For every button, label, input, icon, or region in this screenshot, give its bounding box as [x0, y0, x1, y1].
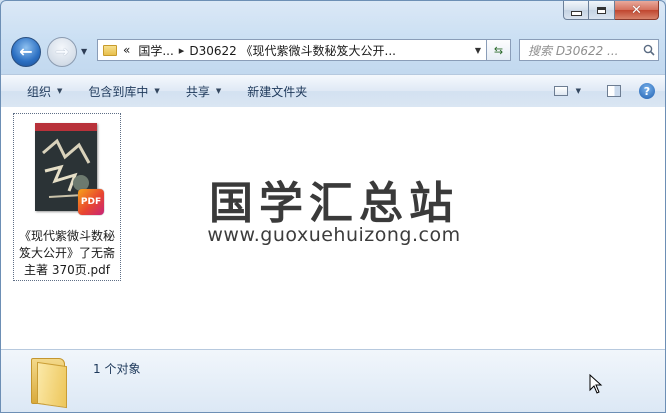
- watermark-url: www.guoxuehuizong.com: [207, 224, 461, 246]
- minimize-icon: [570, 10, 582, 16]
- new-folder-button[interactable]: 新建文件夹: [234, 75, 320, 107]
- search-input[interactable]: 搜索 D30622 ...: [528, 42, 640, 59]
- maximize-icon: [597, 6, 606, 14]
- navigation-bar: ← → ▼ « 国学... ▸ D30622 《现代紫微斗数秘笈大公开... ▼…: [1, 31, 665, 71]
- folder-icon: [103, 44, 117, 56]
- chevron-down-icon: ▼: [575, 87, 581, 95]
- chevron-down-icon: ▼: [215, 87, 222, 95]
- include-in-library-label: 包含到库中: [88, 84, 149, 99]
- refresh-button[interactable]: ⇆: [487, 39, 511, 61]
- details-pane: 1 个对象: [1, 349, 665, 412]
- explorer-window: ✕ ← → ▼ « 国学... ▸ D30622 《现代紫微斗数秘笈大公开...…: [0, 0, 666, 413]
- folder-front-shape: [37, 361, 67, 409]
- view-icon: [553, 86, 568, 96]
- breadcrumb-current[interactable]: D30622 《现代紫微斗数秘笈大公开...: [189, 42, 470, 59]
- command-bar: 组织 ▼ 包含到库中 ▼ 共享 ▼ 新建文件夹 ▼ ?: [1, 74, 665, 108]
- search-icon[interactable]: [640, 44, 658, 56]
- arrow-left-icon: ←: [19, 42, 33, 61]
- share-label: 共享: [185, 84, 210, 99]
- organize-menu[interactable]: 组织 ▼: [1, 75, 75, 107]
- watermark-title: 国学汇总站: [209, 178, 459, 229]
- breadcrumb-root[interactable]: 国学...: [138, 42, 173, 59]
- new-folder-label: 新建文件夹: [247, 84, 308, 99]
- chevron-down-icon: ▼: [57, 87, 63, 95]
- change-view-button[interactable]: ▼: [553, 86, 581, 96]
- breadcrumb-overflow[interactable]: «: [123, 43, 130, 57]
- share-menu[interactable]: 共享 ▼: [173, 75, 234, 107]
- address-bar[interactable]: « 国学... ▸ D30622 《现代紫微斗数秘笈大公开... ▼: [97, 39, 487, 61]
- file-list[interactable]: PDF 《现代紫微斗数秘笈大公开》了无斋主著 370页.pdf 国学汇总站 ww…: [1, 107, 665, 349]
- breadcrumb-separator-icon[interactable]: ▸: [179, 44, 185, 57]
- mouse-cursor-icon: [589, 374, 603, 394]
- chevron-down-icon: ▼: [154, 87, 160, 95]
- preview-pane-icon[interactable]: [607, 85, 621, 97]
- close-button[interactable]: ✕: [615, 1, 659, 20]
- forward-button[interactable]: →: [47, 37, 77, 67]
- organize-label: 组织: [27, 84, 52, 99]
- recent-pages-dropdown[interactable]: ▼: [81, 47, 87, 56]
- maximize-button[interactable]: [589, 1, 615, 20]
- item-count: 1 个对象: [93, 362, 141, 376]
- include-in-library-menu[interactable]: 包含到库中 ▼: [75, 75, 172, 107]
- address-dropdown-icon[interactable]: ▼: [470, 46, 486, 55]
- minimize-button[interactable]: [563, 1, 589, 20]
- help-icon[interactable]: ?: [639, 83, 655, 99]
- search-box[interactable]: 搜索 D30622 ...: [519, 39, 659, 61]
- command-bar-right: ▼ ?: [553, 75, 655, 107]
- arrow-right-icon: →: [55, 42, 69, 61]
- back-button[interactable]: ←: [11, 37, 41, 67]
- refresh-icon: ⇆: [493, 43, 504, 57]
- caption-buttons: ✕: [563, 1, 659, 21]
- folder-large-icon: [31, 358, 67, 409]
- close-icon: ✕: [631, 2, 642, 18]
